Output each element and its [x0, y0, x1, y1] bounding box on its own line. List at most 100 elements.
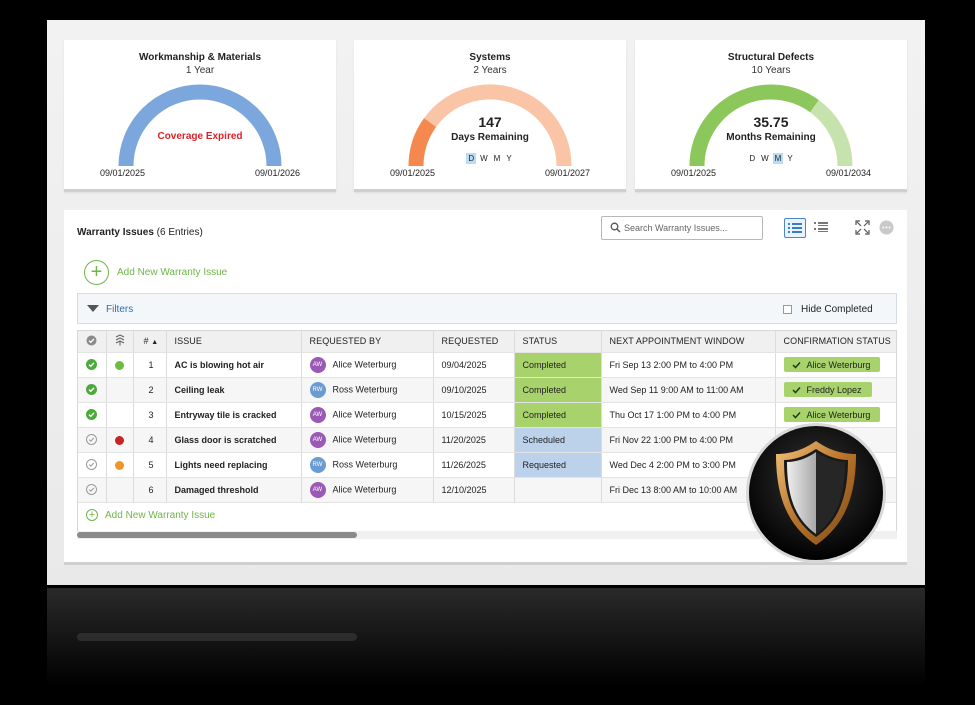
search-box[interactable] — [601, 216, 763, 240]
requested-date: 09/10/2025 — [433, 377, 515, 403]
add-new-issue-bottom-button[interactable]: + Add New Warranty Issue — [86, 509, 215, 521]
requested-date: 10/15/2025 — [433, 402, 515, 428]
gauge-card-workmanship: Workmanship & Materials 1 Year Coverage … — [64, 40, 336, 192]
gauge-duration: 1 Year — [185, 65, 215, 76]
issue-title[interactable]: Glass door is scratched — [166, 427, 302, 453]
column-header-number[interactable]: # ▲ — [133, 331, 167, 353]
complete-cell[interactable] — [78, 377, 107, 403]
gauge-end-date: 09/01/2027 — [544, 168, 590, 178]
unit-day[interactable]: D — [466, 153, 477, 164]
unit-week[interactable]: W — [759, 153, 771, 164]
list-view-icon — [788, 223, 802, 233]
check-circle-icon — [86, 335, 97, 346]
detail-view-icon — [814, 222, 828, 232]
gauge-duration: 10 Years — [751, 65, 791, 76]
gauge-value-label: Months Remaining — [726, 132, 816, 143]
unit-selector: DWMY — [635, 153, 907, 164]
complete-cell[interactable] — [78, 352, 107, 378]
requested-by-cell: RW Ross Weterburg — [301, 452, 434, 478]
column-header-complete[interactable] — [78, 331, 107, 353]
gauge-duration: 2 Years — [473, 65, 507, 76]
expand-button[interactable] — [855, 220, 870, 240]
requested-by-cell: AW Alice Weterburg — [301, 477, 434, 503]
confirmation-cell: Freddy Lopez — [775, 377, 896, 403]
requested-by-cell: AW Alice Weterburg — [301, 402, 434, 428]
priority-cell — [106, 352, 134, 378]
unit-year[interactable]: Y — [504, 153, 513, 164]
scrollbar-thumb[interactable] — [77, 532, 357, 538]
hide-completed-checkbox[interactable] — [783, 305, 792, 314]
unit-year[interactable]: Y — [785, 153, 794, 164]
incomplete-check-icon[interactable] — [86, 459, 98, 471]
complete-cell[interactable] — [78, 452, 107, 478]
hide-completed-toggle[interactable]: Hide Completed — [783, 304, 873, 315]
filters-bar: Filters Hide Completed — [77, 293, 897, 324]
coverage-expired-label: Coverage Expired — [157, 131, 243, 142]
column-header-status[interactable]: STATUS — [514, 331, 602, 353]
column-header-confirmation[interactable]: CONFIRMATION STATUS — [775, 331, 896, 353]
column-header-issue[interactable]: ISSUE — [166, 331, 302, 353]
avatar: RW — [309, 456, 326, 473]
more-icon — [879, 220, 894, 235]
gauge-title: Systems — [469, 52, 511, 63]
complete-check-icon[interactable] — [86, 409, 98, 421]
issue-title[interactable]: Entryway tile is cracked — [166, 402, 302, 428]
status-cell: Completed — [514, 352, 602, 378]
issue-title[interactable]: AC is blowing hot air — [166, 352, 302, 378]
unit-day[interactable]: D — [747, 153, 757, 164]
table-row[interactable]: 1 AC is blowing hot air AW Alice Weterburg 0… — [78, 352, 896, 378]
complete-check-icon[interactable] — [86, 359, 98, 371]
search-icon — [610, 222, 621, 233]
appointment-window: Fri Sep 13 2:00 PM to 4:00 PM — [601, 352, 776, 378]
list-view-button[interactable] — [784, 218, 806, 238]
complete-check-icon[interactable] — [86, 384, 98, 396]
more-button[interactable] — [879, 220, 894, 240]
gauge-title: Structural Defects — [727, 52, 815, 63]
issue-title[interactable]: Damaged threshold — [166, 477, 302, 503]
column-header-appointment[interactable]: NEXT APPOINTMENT WINDOW — [601, 331, 776, 353]
gauge-value-label: Days Remaining — [451, 132, 529, 143]
avatar: AW — [309, 356, 326, 373]
avatar: AW — [309, 406, 326, 423]
requester-name: Alice Weterburg — [332, 433, 397, 444]
column-header-priority[interactable] — [106, 331, 134, 353]
priority-dot-orange — [115, 460, 124, 470]
priority-dot-green — [115, 360, 124, 370]
column-header-number-label: # — [143, 336, 149, 347]
search-input[interactable] — [624, 220, 758, 236]
requested-date: 11/20/2025 — [433, 427, 515, 453]
requester-name: Alice Weterburg — [332, 483, 397, 494]
status-cell: Scheduled — [514, 427, 602, 453]
status-cell: Completed — [514, 377, 602, 403]
unit-month[interactable]: M — [492, 153, 503, 164]
filters-toggle-icon[interactable] — [87, 305, 99, 312]
filters-toggle[interactable]: Filters — [106, 304, 133, 315]
issue-title[interactable]: Ceiling leak — [166, 377, 302, 403]
priority-stack-icon — [115, 334, 124, 346]
confirmation-name: Freddy Lopez — [806, 384, 862, 395]
requester-name: Ross Weterburg — [332, 458, 398, 469]
add-new-issue-button[interactable]: + Add New Warranty Issue — [84, 260, 227, 285]
screen-reflection — [47, 588, 925, 705]
hide-completed-label: Hide Completed — [801, 304, 873, 315]
column-header-requested-by[interactable]: REQUESTED BY — [301, 331, 434, 353]
table-row[interactable]: 2 Ceiling leak RW Ross Weterburg 09/10/2025 C… — [78, 377, 896, 403]
row-number: 6 — [133, 477, 167, 503]
issue-title[interactable]: Lights need replacing — [166, 452, 302, 478]
complete-cell[interactable] — [78, 477, 107, 503]
detail-view-button[interactable] — [810, 218, 832, 238]
shield-badge — [746, 423, 886, 563]
row-number: 3 — [133, 402, 167, 428]
column-header-requested[interactable]: REQUESTED — [433, 331, 515, 353]
incomplete-check-icon[interactable] — [86, 434, 98, 446]
plus-icon: + — [86, 509, 98, 521]
unit-week[interactable]: W — [478, 153, 490, 164]
confirmation-name: Alice Weterburg — [806, 359, 871, 370]
incomplete-check-icon[interactable] — [86, 484, 98, 496]
complete-cell[interactable] — [78, 427, 107, 453]
check-icon — [791, 361, 801, 369]
unit-month[interactable]: M — [772, 153, 784, 164]
requester-name: Alice Weterburg — [332, 358, 397, 369]
complete-cell[interactable] — [78, 402, 107, 428]
stage: Workmanship & Materials 1 Year Coverage … — [0, 0, 975, 705]
